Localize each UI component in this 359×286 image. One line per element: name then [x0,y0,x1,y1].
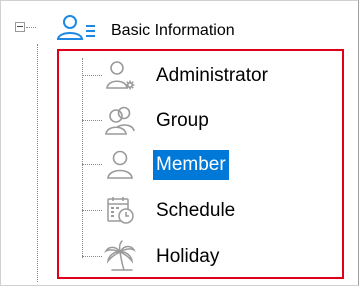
tree-connector [37,44,38,282]
collapse-toggle[interactable] [15,22,25,32]
highlight-box [57,49,344,279]
tree-connector [26,27,36,28]
tree-root-basic-information[interactable]: Basic Information [111,21,235,40]
user-list-icon [37,12,103,42]
